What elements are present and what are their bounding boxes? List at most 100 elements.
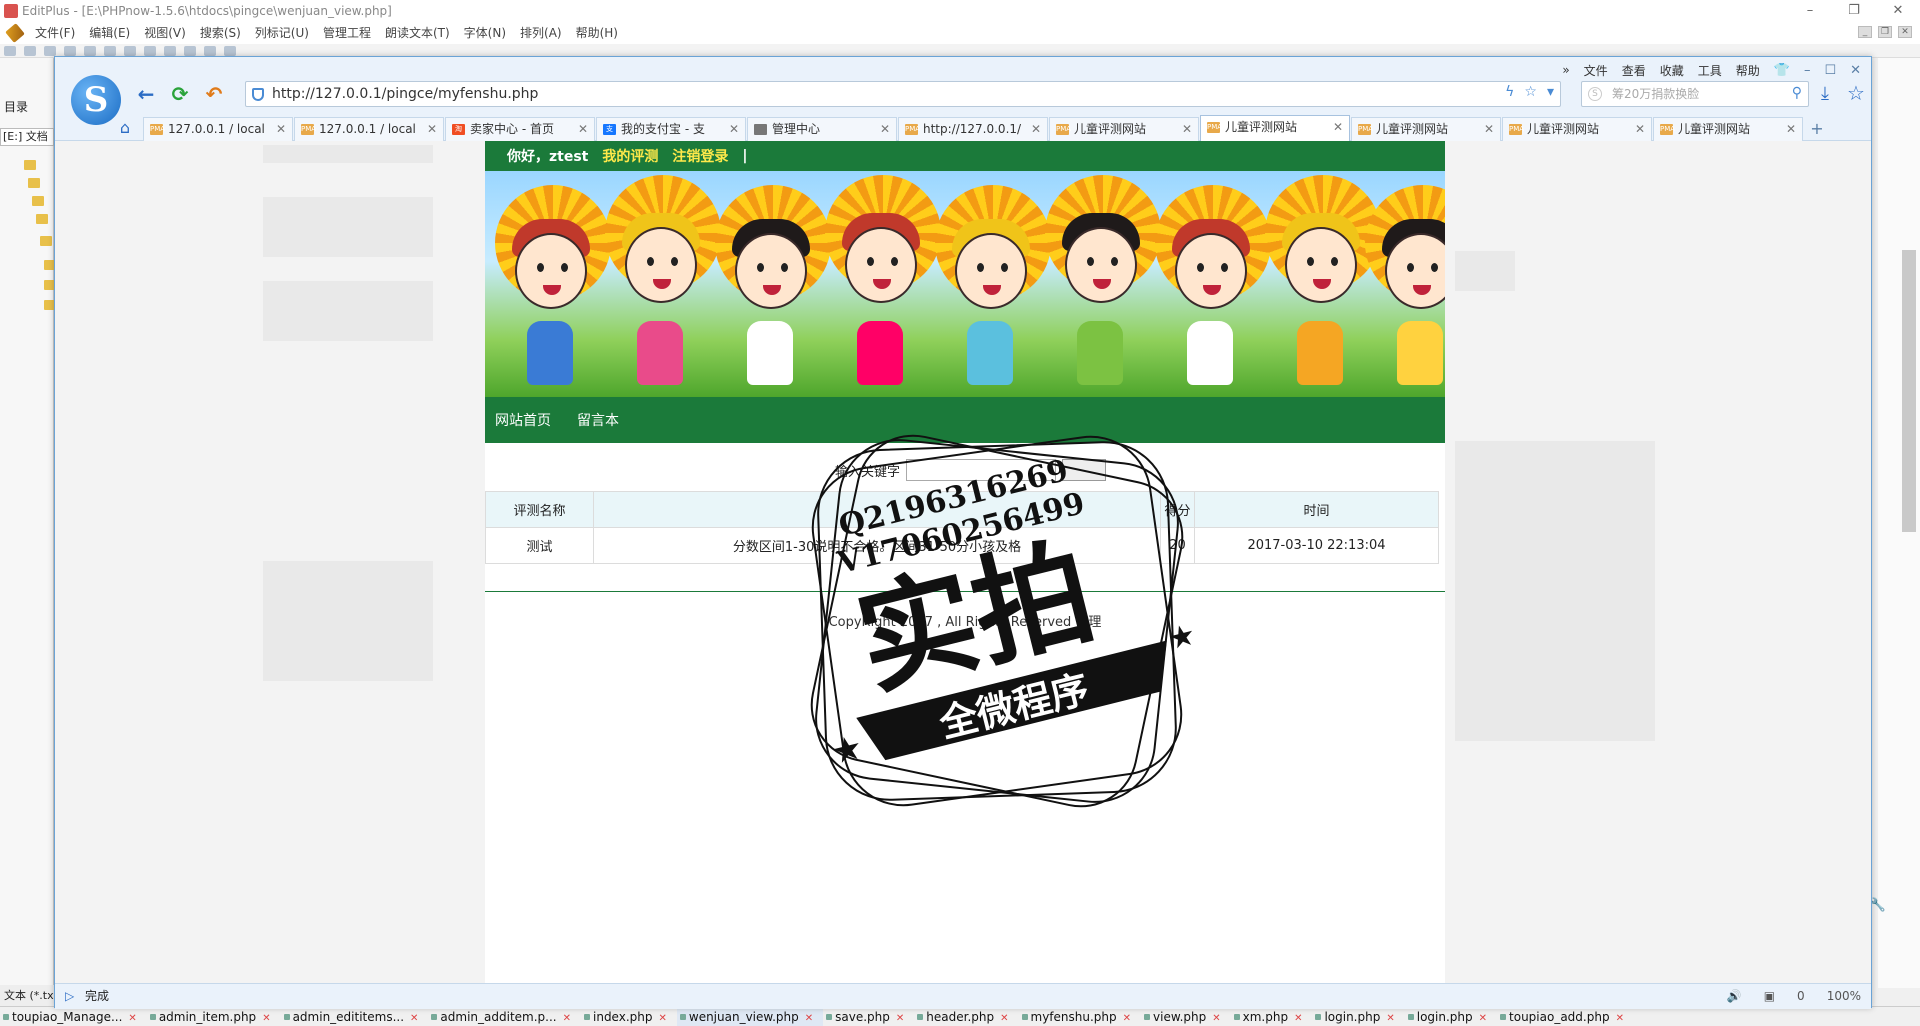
underline-icon[interactable]: [64, 46, 76, 56]
doc-close-icon[interactable]: ✕: [1898, 26, 1912, 38]
file-tab-close-icon[interactable]: ✕: [262, 1013, 270, 1024]
file-tab-close-icon[interactable]: ✕: [658, 1013, 666, 1024]
file-tab-close-icon[interactable]: ✕: [1123, 1013, 1131, 1024]
restore-icon[interactable]: ❐: [1832, 0, 1876, 22]
file-tab[interactable]: save.php ✕: [823, 1007, 914, 1026]
keyword-input[interactable]: [906, 459, 1057, 481]
menu-speak[interactable]: 朗读文本(T): [378, 22, 457, 44]
blocked-count[interactable]: 0: [1797, 984, 1805, 1008]
file-tab[interactable]: wenjuan_view.php ✕: [676, 1007, 824, 1026]
file-tab[interactable]: login.php ✕: [1405, 1007, 1497, 1026]
menu-help[interactable]: 帮助(H): [569, 22, 625, 44]
tab-close-icon[interactable]: ✕: [729, 118, 739, 140]
zoom-level[interactable]: 100%: [1827, 984, 1861, 1008]
table-icon[interactable]: [104, 46, 116, 56]
browser-menu-tools[interactable]: 工具: [1698, 62, 1722, 79]
back-arrow-icon[interactable]: ←: [135, 82, 157, 106]
browser-menu-view[interactable]: 查看: [1622, 62, 1646, 79]
file-tab[interactable]: xm.php ✕: [1231, 1007, 1313, 1026]
file-tab-close-icon[interactable]: ✕: [410, 1013, 418, 1024]
browser-tab[interactable]: PMA 儿童评测网站 ✕: [1049, 117, 1199, 141]
file-tab-close-icon[interactable]: ✕: [1386, 1013, 1394, 1024]
file-tab-close-icon[interactable]: ✕: [1616, 1013, 1624, 1024]
browser-menu-favorites[interactable]: 收藏: [1660, 62, 1684, 79]
menu-arrange[interactable]: 排列(A): [513, 22, 569, 44]
file-tab-close-icon[interactable]: ✕: [128, 1013, 136, 1024]
file-tab-close-icon[interactable]: ✕: [563, 1013, 571, 1024]
indent-icon[interactable]: [144, 46, 156, 56]
folder-icon[interactable]: [28, 178, 40, 188]
menu-file[interactable]: 文件(F): [28, 22, 82, 44]
menu-view[interactable]: 视图(V): [137, 22, 193, 44]
browser-tab[interactable]: PMA 儿童评测网站 ✕: [1502, 117, 1652, 141]
minimize-icon[interactable]: –: [1804, 63, 1811, 78]
nav-home[interactable]: 网站首页: [495, 410, 551, 430]
browser-tab[interactable]: 淘卖家中心 - 首页 ✕: [445, 117, 595, 141]
folder-icon[interactable]: [32, 196, 44, 206]
chevron-down-icon[interactable]: ▾: [1547, 84, 1554, 100]
tab-close-icon[interactable]: ✕: [427, 118, 437, 140]
editplus-filter-status[interactable]: 文本 (*.tx: [0, 985, 54, 1007]
doc-restore-icon[interactable]: ❐: [1878, 26, 1892, 38]
close-icon[interactable]: ✕: [1850, 63, 1861, 78]
file-tab[interactable]: admin_edititems... ✕: [281, 1007, 429, 1026]
address-bar[interactable]: http://127.0.0.1/pingce/myfenshu.php ϟ ☆…: [245, 81, 1561, 107]
browser-tab[interactable]: PMA 儿童评测网站 ✕: [1200, 115, 1350, 141]
folder-icon[interactable]: [40, 236, 52, 246]
browser-menu-file[interactable]: 文件: [1584, 62, 1608, 79]
file-tab[interactable]: myfenshu.php ✕: [1019, 1007, 1142, 1026]
lightning-icon[interactable]: ϟ: [1505, 84, 1514, 100]
wrench-icon[interactable]: 🔧: [1870, 898, 1886, 913]
keyword-search-button[interactable]: [1062, 459, 1107, 481]
file-tab[interactable]: toupiao_Manage... ✕: [0, 1007, 147, 1026]
file-tab[interactable]: admin_item.php ✕: [147, 1007, 281, 1026]
address-url[interactable]: http://127.0.0.1/pingce/myfenshu.php: [272, 82, 538, 106]
download-icon[interactable]: ⤓: [1821, 83, 1829, 104]
file-tab-close-icon[interactable]: ✕: [1479, 1013, 1487, 1024]
play-icon[interactable]: ▷: [65, 984, 74, 1008]
search-placeholder[interactable]: 筹20万捐款换脸: [1612, 82, 1699, 106]
search-box[interactable]: S 筹20万捐款换脸 ⚲: [1581, 81, 1809, 107]
menu-expand-icon[interactable]: »: [1562, 63, 1569, 77]
file-tab[interactable]: header.php ✕: [914, 1007, 1018, 1026]
menu-font[interactable]: 字体(N): [457, 22, 513, 44]
home-icon[interactable]: ⌂: [113, 115, 137, 141]
file-tab-close-icon[interactable]: ✕: [1294, 1013, 1302, 1024]
doc-minimize-icon[interactable]: _: [1858, 26, 1872, 38]
list-icon[interactable]: [124, 46, 136, 56]
file-tab[interactable]: login.php ✕: [1312, 1007, 1404, 1026]
tab-close-icon[interactable]: ✕: [578, 118, 588, 140]
nav-guestbook[interactable]: 留言本: [577, 410, 619, 430]
tab-close-icon[interactable]: ✕: [1333, 116, 1343, 138]
undo-icon[interactable]: ↶: [203, 82, 225, 106]
globe-icon[interactable]: [4, 46, 16, 56]
file-tab[interactable]: toupiao_add.php ✕: [1497, 1007, 1634, 1026]
tab-close-icon[interactable]: ✕: [880, 118, 890, 140]
search-icon[interactable]: ⚲: [1792, 85, 1802, 101]
form-icon[interactable]: [204, 46, 216, 56]
editor-scrollbar-thumb[interactable]: [1902, 250, 1916, 532]
refresh-icon[interactable]: ⟳: [169, 82, 191, 106]
browser-tab[interactable]: PMA 127.0.0.1 / local ✕: [143, 117, 293, 141]
file-tab[interactable]: index.php ✕: [581, 1007, 677, 1026]
bold-icon[interactable]: [24, 46, 36, 56]
directory-drive-select[interactable]: [E:] 文档: [0, 128, 54, 146]
folder-icon[interactable]: [36, 214, 48, 224]
menu-project[interactable]: 管理工程: [316, 22, 378, 44]
folder-icon[interactable]: [24, 160, 36, 170]
browser-tab[interactable]: 支我的支付宝 - 支 ✕: [596, 117, 746, 141]
file-tab-close-icon[interactable]: ✕: [1000, 1013, 1008, 1024]
briefcase-icon[interactable]: ▣: [1764, 984, 1775, 1008]
file-tab[interactable]: admin_additem.p... ✕: [428, 1007, 581, 1026]
menu-column[interactable]: 列标记(U): [248, 22, 316, 44]
speaker-icon[interactable]: 🔊: [1727, 984, 1742, 1008]
menu-edit[interactable]: 编辑(E): [82, 22, 137, 44]
search-engine-icon[interactable]: S: [1588, 87, 1602, 101]
file-tab-close-icon[interactable]: ✕: [805, 1013, 813, 1024]
tab-close-icon[interactable]: ✕: [1786, 118, 1796, 140]
close-icon[interactable]: ✕: [1876, 0, 1920, 22]
file-tab-close-icon[interactable]: ✕: [896, 1013, 904, 1024]
favorites-icon[interactable]: ☆: [1847, 81, 1865, 105]
my-tests-link[interactable]: 我的评测: [602, 146, 658, 166]
tab-close-icon[interactable]: ✕: [1182, 118, 1192, 140]
